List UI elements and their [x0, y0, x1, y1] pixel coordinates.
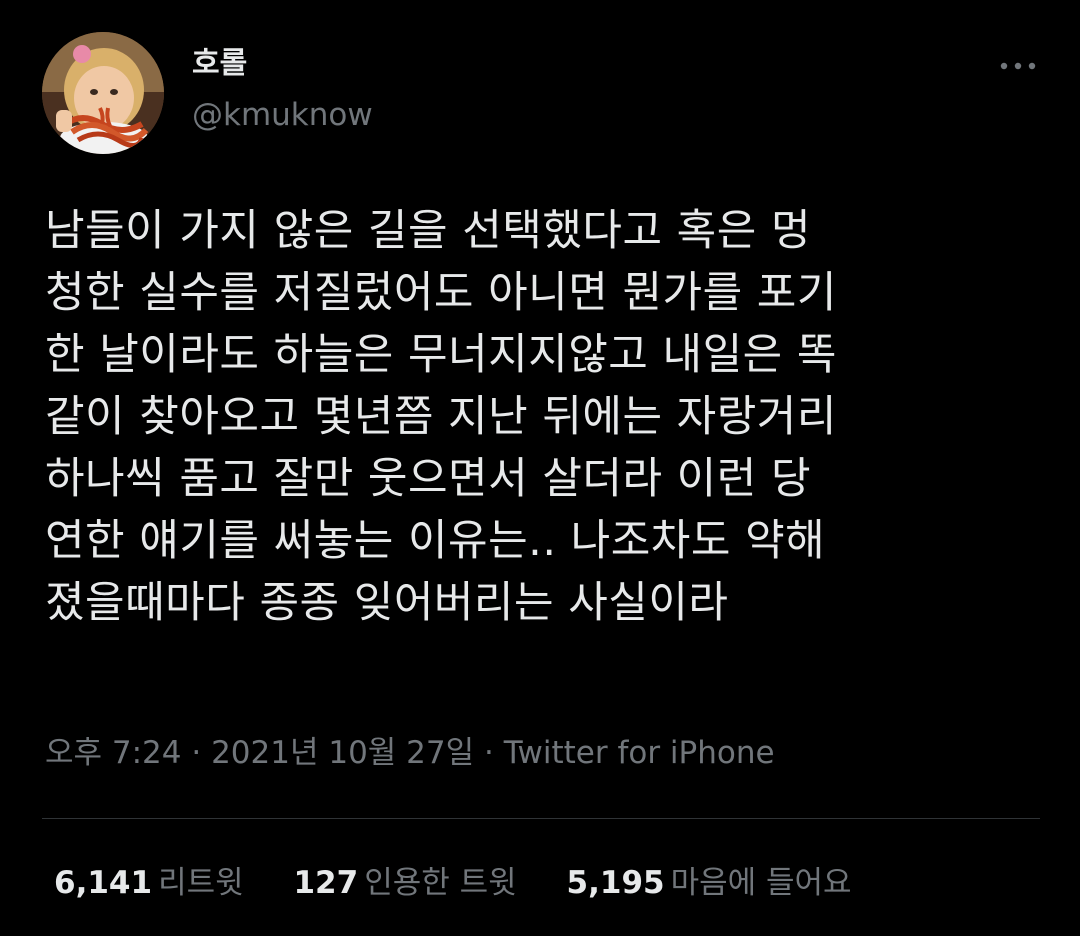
tweet-source[interactable]: Twitter for iPhone	[504, 735, 775, 771]
likes-count: 5,195	[566, 865, 665, 901]
tweet-text: 남들이 가지 않은 길을 선택했다고 혹은 멍 청한 실수를 저질렀어도 아니면…	[45, 200, 1055, 634]
tweet-text-line: 한 날이라도 하늘은 무너지지않고 내일은 똑	[45, 330, 837, 380]
tweet-time[interactable]: 오후 7:24	[45, 735, 182, 771]
divider	[42, 818, 1040, 819]
tweet-text-line: 같이 찾아오고 몇년쯤 지난 뒤에는 자랑거리	[45, 392, 837, 442]
tweet-date[interactable]: 2021년 10월 27일	[211, 735, 474, 771]
tweet-text-line: 청한 실수를 저질렀어도 아니면 뭔가를 포기	[45, 268, 837, 318]
more-horizontal-icon	[1000, 62, 1036, 70]
tweet-text-line: 연한 얘기를 써놓는 이유는.. 나조차도 약해	[45, 516, 826, 566]
tweet-text-line: 졌을때마다 종종 잊어버리는 사실이라	[45, 578, 729, 628]
likes-label: 마음에 들어요	[670, 865, 852, 901]
engagement-stats: 6,141 리트윗 127 인용한 트윗 5,195 마음에 들어요	[54, 862, 892, 904]
display-name[interactable]: 호롤	[192, 44, 247, 84]
child-eating-spaghetti-avatar-icon	[42, 32, 164, 154]
avatar[interactable]	[42, 32, 164, 154]
retweets-count: 6,141	[54, 865, 153, 901]
tweet-text-line: 남들이 가지 않은 길을 선택했다고 혹은 멍	[45, 206, 812, 256]
likes-stat[interactable]: 5,195 마음에 들어요	[567, 862, 852, 904]
more-options-button[interactable]	[996, 50, 1042, 82]
retweets-label: 리트윗	[158, 865, 244, 901]
quote-tweets-label: 인용한 트윗	[364, 865, 517, 901]
user-handle[interactable]: @kmuknow	[192, 95, 373, 135]
quote-tweets-stat[interactable]: 127 인용한 트윗	[293, 862, 516, 904]
tweet-metadata: 오후 7:24 · 2021년 10월 27일 · Twitter for iP…	[45, 732, 775, 774]
meta-separator: ·	[474, 735, 504, 771]
meta-separator: ·	[181, 735, 212, 771]
retweets-stat[interactable]: 6,141 리트윗	[54, 862, 244, 904]
quote-tweets-count: 127	[293, 865, 359, 901]
tweet-text-line: 하나씩 품고 잘만 웃으면서 살더라 이런 당	[45, 454, 812, 504]
